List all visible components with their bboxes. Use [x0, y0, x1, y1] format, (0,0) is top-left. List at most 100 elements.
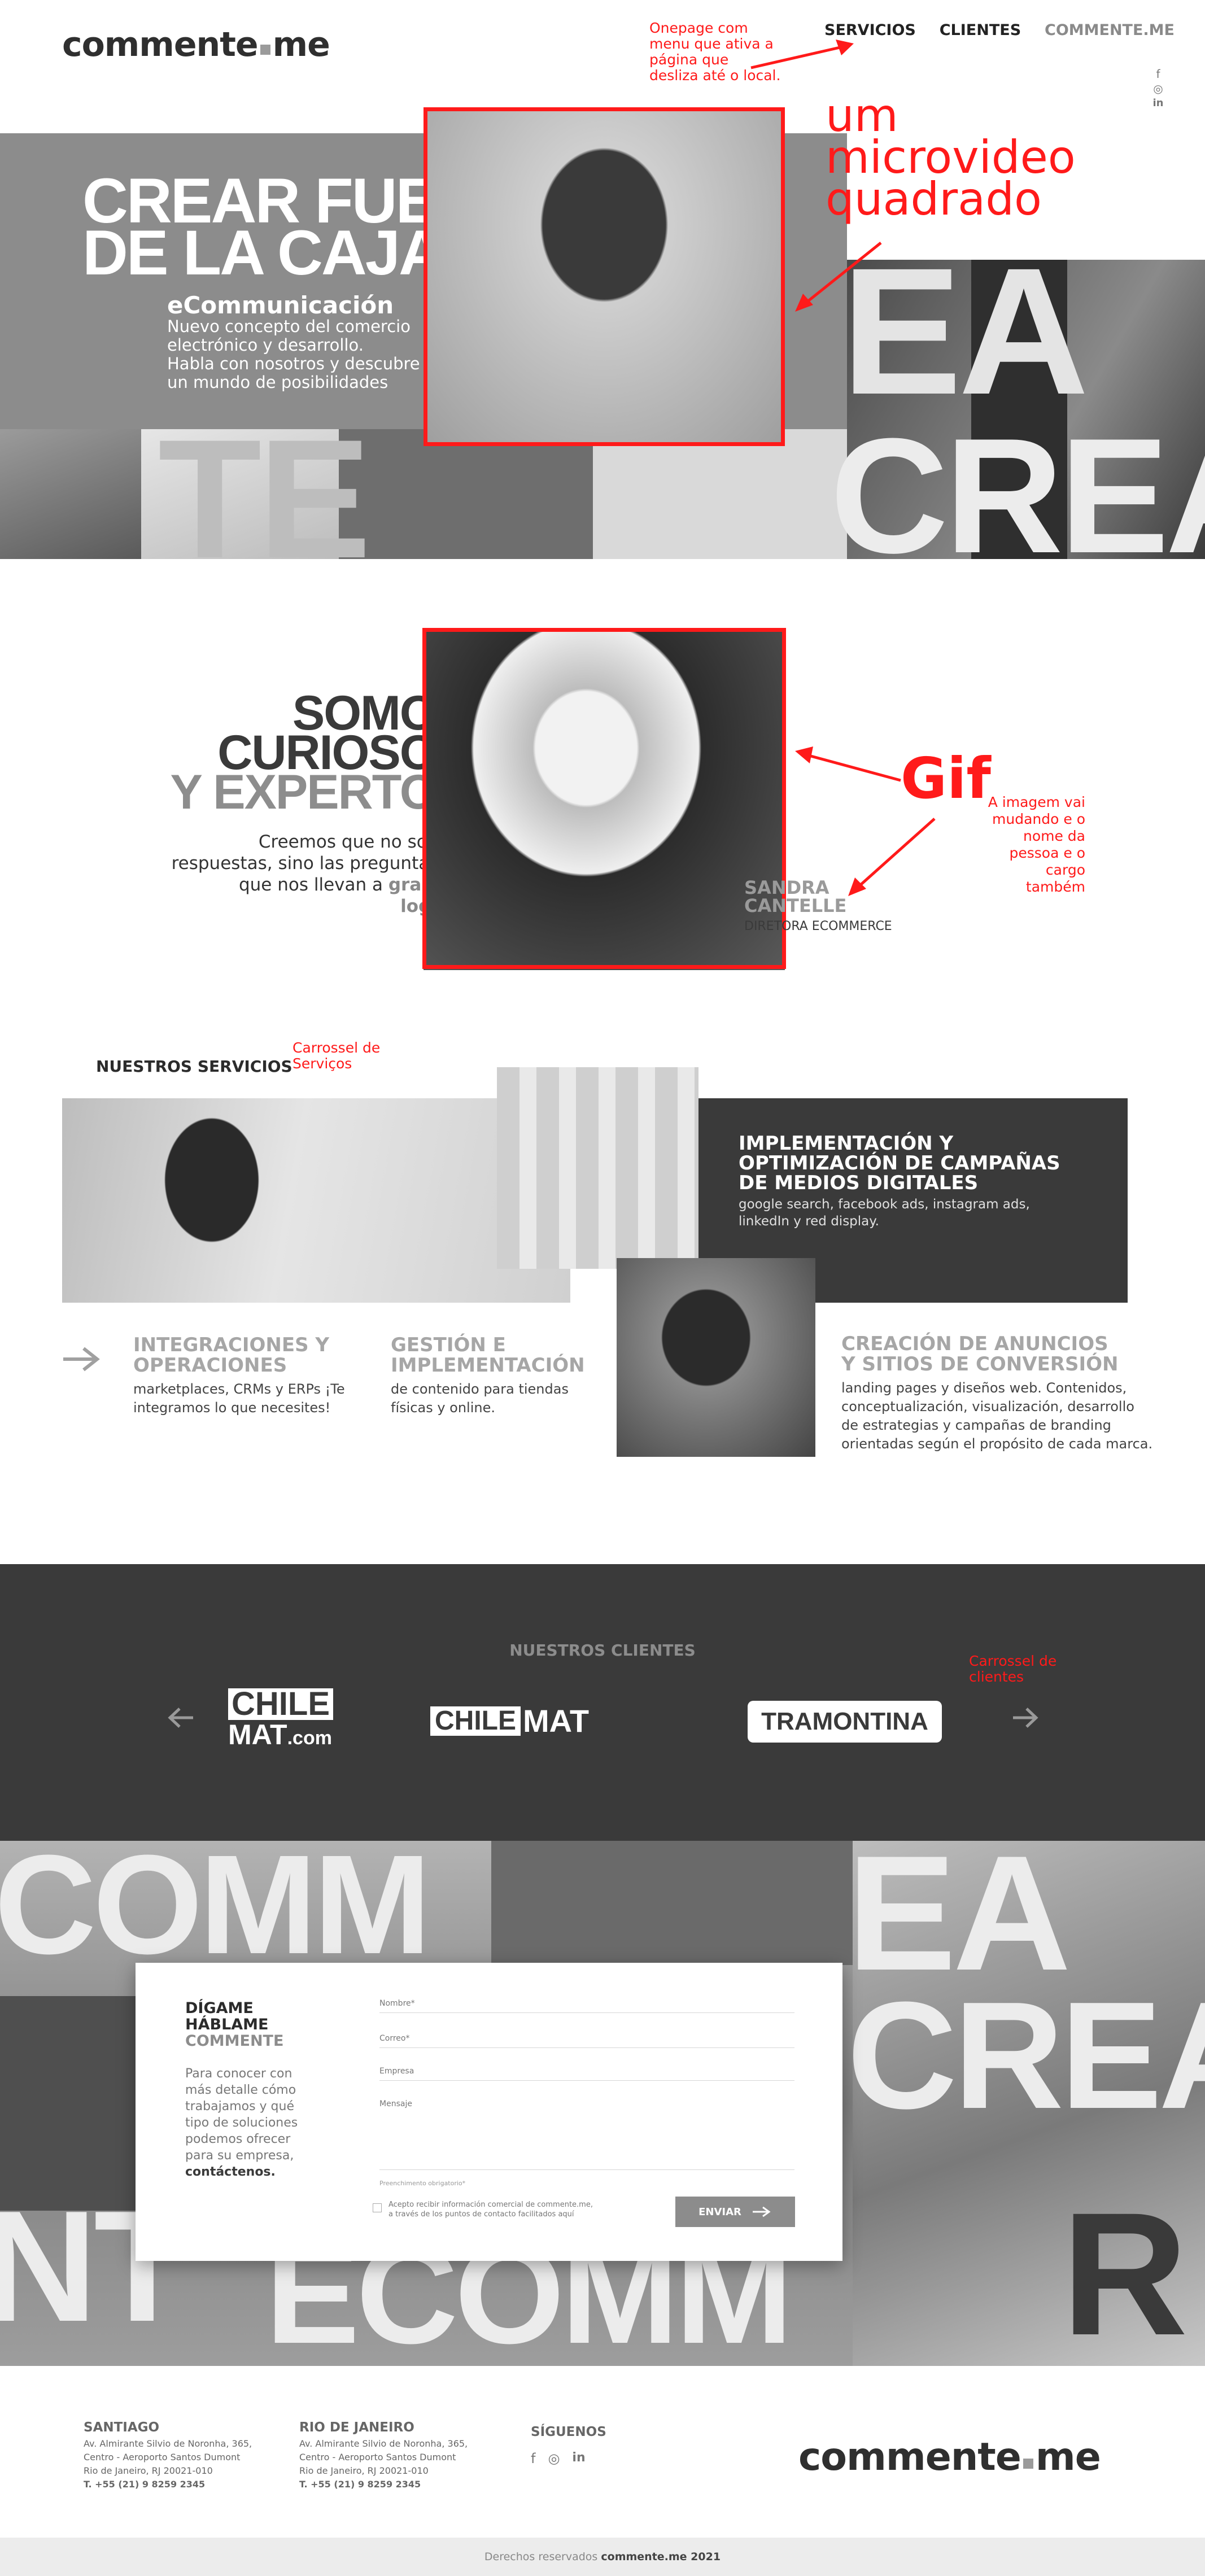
service-photo-woman[interactable] — [617, 1258, 815, 1457]
footer-social-icons: f ◎ in — [531, 2451, 586, 2466]
about-person-name: SANDRA CANTELLE — [744, 877, 847, 916]
logo-right: me — [272, 25, 330, 64]
service-text-gestion: de contenido para tiendas físicas y onli… — [391, 1381, 569, 1416]
name-field[interactable]: Nombre* — [379, 1999, 794, 2013]
annotation-clients-carousel: Carrossel de clientes — [969, 1653, 1057, 1685]
footer-rio-title: RIO DE JANEIRO — [299, 2420, 414, 2435]
logo-left: commente — [62, 25, 259, 64]
contact-bigword-ea: EA — [847, 1822, 1071, 2005]
contact-title: DÍGAME HÁBLAME COMMENTE — [185, 2000, 283, 2049]
annotation-microvideo: um microvideo quadrado — [826, 89, 1076, 225]
footer-follow-title: SÍGUENOS — [531, 2425, 606, 2439]
footer-santiago-phone: T. +55 (21) 9 8259 2345 — [84, 2479, 206, 2490]
client-logo1-line2: MAT — [228, 1719, 287, 1750]
copyright-bar: Derechos reservados commente.me 2021 — [0, 2538, 1205, 2576]
contact-bigword-comm: COMM — [0, 1826, 431, 1983]
contact-title-line1: DÍGAME — [185, 1999, 254, 2017]
consent-text: Acepto recibir información comercial de … — [388, 2200, 593, 2219]
facebook-icon[interactable]: f — [531, 2451, 535, 2466]
client-logo1-line1: CHILE — [228, 1688, 333, 1721]
service-title-creacion: CREACIÓN DE ANUNCIOS Y SITIOS DE CONVERS… — [841, 1333, 1119, 1376]
service-title-integraciones: INTEGRACIONES Y OPERACIONES — [133, 1334, 330, 1377]
contact-bigword-r: R — [1062, 2176, 1188, 2372]
linkedin-icon[interactable]: in — [572, 2451, 585, 2466]
submit-button[interactable]: ENVIAR — [675, 2197, 795, 2227]
hero-bottom-dark-block — [339, 429, 593, 559]
contact-bigword-crea: CREA — [847, 1971, 1205, 2141]
client-logo-tramontina[interactable]: TRAMONTINA — [748, 1701, 942, 1743]
footer-rio-address: Av. Almirante Silvio de Noronha, 365, Ce… — [299, 2438, 468, 2476]
hero-bigword-te: TE — [158, 404, 371, 593]
about-heading: SOMOS CURIOSOS Y EXPERTOS — [141, 689, 469, 819]
contact-intro: Para conocer con más detalle cómo trabaj… — [185, 2066, 309, 2180]
service-featured-title: IMPLEMENTACIÓN Y OPTIMIZACIÓN DE CAMPAÑA… — [739, 1132, 1060, 1194]
footer-logo-right: me — [1035, 2435, 1101, 2479]
client-logo3-text: TRAMONTINA — [761, 1708, 928, 1735]
client-logo1-suffix: .com — [287, 1727, 332, 1749]
page: commente me Onepage com menu que ativa a … — [0, 0, 1205, 2576]
service-item-creacion[interactable]: CREACIÓN DE ANUNCIOS Y SITIOS DE CONVERS… — [841, 1334, 1158, 1453]
annotation-frame-gif — [422, 628, 786, 969]
clients-band — [0, 1564, 1205, 1841]
client-logo2-a: CHILE — [430, 1706, 521, 1736]
service-title-gestion: GESTIÓN E IMPLEMENTACIÓN — [391, 1334, 585, 1377]
logo-dot — [260, 45, 270, 55]
arrow-right-icon — [752, 2206, 771, 2217]
footer-logo-left: commente — [798, 2435, 1021, 2479]
service-photo-man-figure — [119, 1098, 305, 1303]
client-logo-chilemat[interactable]: CHILE MAT — [430, 1705, 589, 1737]
annotation-gif-note: A imagem vai mudando e o nome da pessoa … — [988, 794, 1085, 895]
annotation-arrow-nav — [750, 40, 854, 69]
message-field[interactable]: Mensaje — [379, 2099, 794, 2170]
service-item-integraciones[interactable]: INTEGRACIONES Y OPERACIONES marketplaces… — [133, 1335, 359, 1417]
about-person-role: DIRETORA ECOMMERCE — [744, 919, 892, 933]
hero-bigword-crea: CREA — [830, 404, 1205, 587]
annotation-arrow-gif — [795, 746, 901, 782]
footer-logo-dot — [1023, 2459, 1033, 2469]
contact-title-line2: HÁBLAME — [185, 2016, 269, 2033]
nav-servicios[interactable]: SERVICIOS — [824, 21, 916, 39]
site-logo[interactable]: commente me — [62, 25, 330, 64]
instagram-icon[interactable]: ◎ — [548, 2451, 560, 2466]
linkedin-icon[interactable]: in — [1151, 96, 1165, 111]
client-logo2-b: MAT — [523, 1703, 590, 1739]
annotation-frame-microvideo — [424, 107, 785, 446]
copyright-prefix: Derechos reservados — [484, 2551, 598, 2563]
contact-collage-center — [491, 1841, 853, 1965]
contact-intro-text: Para conocer con más detalle cómo trabaj… — [185, 2067, 298, 2163]
email-field[interactable]: Correo* — [379, 2034, 794, 2048]
hero-bottom-light-block — [593, 429, 847, 559]
hero-subtitle: eCommunicación — [167, 291, 394, 319]
facebook-icon[interactable]: f — [1151, 67, 1165, 81]
footer-santiago-address: Av. Almirante Silvio de Noronha, 365, Ce… — [84, 2438, 252, 2476]
contact-intro-strong: contáctenos. — [185, 2165, 276, 2179]
header-social-icons: f ◎ in — [1151, 67, 1165, 111]
service-item-gestion[interactable]: GESTIÓN E IMPLEMENTACIÓN de contenido pa… — [391, 1335, 617, 1417]
required-note: Preenchimento obrigatorio* — [379, 2180, 466, 2187]
footer-logo[interactable]: commente me — [798, 2435, 1101, 2479]
service-text-creacion: landing pages y diseños web. Contenidos,… — [841, 1380, 1153, 1452]
services-heading: NUESTROS SERVICIOS — [96, 1057, 292, 1076]
clients-prev-arrow-icon[interactable] — [167, 1706, 195, 1729]
company-field[interactable]: Empresa — [379, 2067, 794, 2081]
clients-next-arrow-icon[interactable] — [1011, 1706, 1039, 1729]
services-next-arrow-icon[interactable] — [61, 1346, 101, 1372]
consent-checkbox[interactable] — [373, 2203, 382, 2212]
service-text-integraciones: marketplaces, CRMs y ERPs ¡Te integramos… — [133, 1381, 345, 1416]
annotation-services-carousel: Carrossel de Serviços — [292, 1040, 381, 1072]
service-photo-notes[interactable] — [497, 1067, 698, 1269]
hero-text: Nuevo concepto del comercio electrónico … — [167, 317, 420, 392]
hero-bottom-left-photo — [0, 429, 141, 559]
footer-rio-phone: T. +55 (21) 9 8259 2345 — [299, 2479, 421, 2490]
copyright-brand: commente.me 2021 — [601, 2551, 721, 2563]
client-logo-chilemat-com[interactable]: CHILE MAT.com — [228, 1688, 355, 1750]
nav-clientes[interactable]: CLIENTES — [940, 21, 1021, 39]
contact-title-line3: COMMENTE — [185, 2032, 284, 2050]
instagram-icon[interactable]: ◎ — [1151, 81, 1165, 96]
submit-button-label: ENVIAR — [698, 2206, 741, 2218]
footer-santiago-title: SANTIAGO — [84, 2420, 160, 2435]
main-nav: SERVICIOS CLIENTES COMMENTE.ME — [824, 21, 1175, 39]
service-featured-text: google search, facebook ads, instagram a… — [739, 1197, 1030, 1229]
nav-commente[interactable]: COMMENTE.ME — [1045, 21, 1175, 39]
about-heading-line3: Y EXPERTOS — [170, 765, 469, 819]
